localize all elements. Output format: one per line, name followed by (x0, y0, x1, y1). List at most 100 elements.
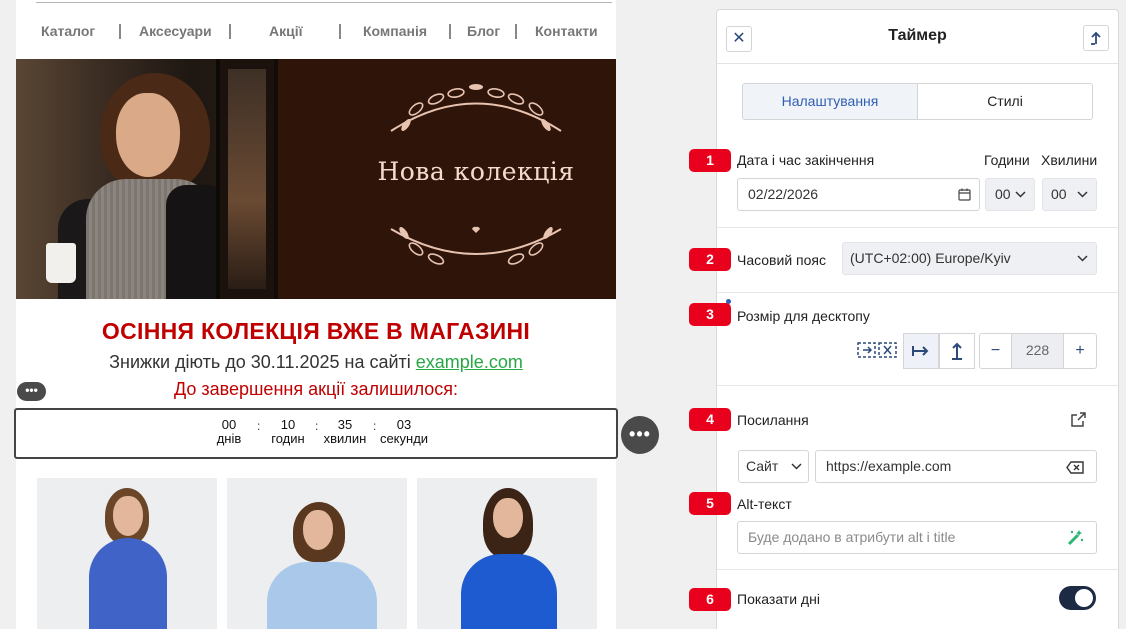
size-decrease-button[interactable]: − (979, 333, 1012, 369)
hours-select[interactable]: 00 (985, 178, 1035, 211)
step-badge-6: 6 (689, 588, 731, 611)
desktop-size-label: Розмір для десктопу (737, 308, 870, 324)
link-type-value: Сайт (746, 458, 779, 474)
block-drag-handle[interactable]: ••• (17, 382, 46, 401)
hours-select-value: 00 (995, 186, 1011, 202)
section-divider (717, 385, 1118, 386)
nav-top-divider (36, 2, 612, 3)
timezone-value: (UTC+02:00) Europe/Kyiv (850, 250, 1011, 266)
hero-banner[interactable]: Нова колекція (16, 59, 616, 299)
product-card[interactable] (417, 478, 597, 629)
step-badge-3: 3 (689, 303, 731, 326)
clear-input-icon[interactable] (1066, 461, 1084, 474)
step-badge-4: 4 (689, 408, 731, 431)
nav-item-catalog[interactable]: Каталог (41, 20, 95, 42)
timer-seconds-value: 03 (396, 417, 412, 432)
face-shape (113, 496, 143, 536)
timer-separator: : (315, 419, 319, 433)
nav-separator (119, 24, 121, 39)
timer-minutes-value: 35 (337, 417, 353, 432)
timer-minutes-label: хвилин (323, 431, 367, 446)
coat-shape (89, 538, 167, 629)
nav-item-promotions[interactable]: Акції (269, 20, 303, 42)
end-date-input[interactable]: 02/22/2026 (737, 178, 980, 211)
minutes-select-value: 00 (1051, 186, 1067, 202)
promo-site-link[interactable]: example.com (416, 352, 523, 372)
banner-title: Нова колекція (377, 157, 575, 186)
wreath-bottom-icon (390, 226, 562, 265)
link-label: Посилання (737, 412, 809, 428)
timer-settings-panel: ✕ Таймер Налаштування Стилі 1 Дата і час… (689, 9, 1119, 629)
timer-days-value: 00 (221, 417, 237, 432)
nav-separator (515, 24, 517, 39)
timer-minutes: 35 хвилин (320, 418, 370, 446)
section-divider (717, 292, 1118, 293)
sweater-shape (267, 562, 377, 629)
link-type-select[interactable]: Сайт (738, 450, 809, 483)
fit-size-icon[interactable] (857, 341, 897, 364)
timer-seconds: 03 секунди (376, 418, 432, 446)
section-divider (717, 569, 1118, 570)
show-days-toggle[interactable] (1059, 586, 1096, 610)
timer-hours-label: годин (271, 431, 305, 446)
door-shape (216, 59, 278, 299)
coat-shape (461, 554, 557, 629)
product-card[interactable] (37, 478, 217, 629)
nav-separator (449, 24, 451, 39)
block-more-button[interactable]: ••• (621, 416, 659, 454)
product-card[interactable] (227, 478, 407, 629)
face-shape (116, 93, 180, 177)
promo-subline: Знижки діють до 30.11.2025 на сайті exam… (16, 352, 616, 373)
nav-separator (339, 24, 341, 39)
nav-separator (229, 24, 231, 39)
size-value-input[interactable]: 228 (1011, 333, 1064, 369)
timer-separator: : (257, 419, 261, 433)
end-date-label: Дата і час закінчення (737, 152, 875, 168)
timer-hours-value: 10 (280, 417, 296, 432)
size-increase-button[interactable]: + (1063, 333, 1097, 369)
panel-title: Таймер (888, 27, 947, 44)
nav-item-company[interactable]: Компанія (363, 20, 427, 42)
cup-shape (46, 243, 76, 283)
minutes-label: Хвилини (1041, 152, 1098, 168)
minutes-select[interactable]: 00 (1042, 178, 1097, 211)
magic-wand-icon[interactable] (1066, 529, 1084, 547)
email-nav: Каталог Аксесуари Акції Компанія Блог Ко… (16, 20, 616, 44)
chevron-down-icon (1077, 191, 1088, 198)
step-badge-5: 5 (689, 492, 731, 515)
tab-styles[interactable]: Стилі (918, 84, 1092, 119)
calendar-icon[interactable] (958, 188, 971, 201)
face-shape (493, 498, 523, 538)
nav-item-blog[interactable]: Блог (467, 20, 500, 42)
nav-item-contacts[interactable]: Контакти (535, 20, 598, 42)
section-divider (717, 227, 1118, 228)
link-url-value: https://example.com (826, 458, 952, 474)
step-badge-2: 2 (689, 248, 731, 271)
email-canvas: Каталог Аксесуари Акції Компанія Блог Ко… (0, 0, 659, 629)
height-mode-button[interactable] (939, 333, 975, 369)
show-days-label: Показати дні (737, 591, 820, 607)
timezone-select[interactable]: (UTC+02:00) Europe/Kyiv (842, 242, 1097, 275)
alt-text-label: Alt-текст (737, 496, 792, 512)
open-link-icon[interactable] (1070, 411, 1087, 433)
link-url-input[interactable]: https://example.com (815, 450, 1097, 483)
email-body: Каталог Аксесуари Акції Компанія Блог Ко… (16, 0, 616, 629)
chevron-down-icon (1077, 255, 1088, 262)
promo-subline-text: Знижки діють до 30.11.2025 на сайті (109, 352, 416, 372)
alt-text-placeholder: Буде додано в атрибути alt і title (748, 529, 956, 545)
width-mode-button[interactable] (903, 333, 939, 369)
step-badge-1: 1 (689, 149, 731, 172)
hours-label: Години (984, 152, 1030, 168)
timer-days-label: днів (216, 431, 242, 446)
toggle-knob (1075, 589, 1093, 607)
alt-text-input[interactable]: Буде додано в атрибути alt і title (737, 521, 1097, 554)
tab-settings[interactable]: Налаштування (743, 84, 918, 119)
move-to-parent-icon[interactable] (1083, 25, 1109, 51)
timer-hours: 10 годин (266, 418, 310, 446)
nav-item-accessories[interactable]: Аксесуари (139, 20, 212, 42)
countdown-timer-block[interactable]: 00 днів : 10 годин : 35 хвилин : 03 секу… (14, 408, 618, 459)
timer-days: 00 днів (212, 418, 246, 446)
wreath-top-icon (390, 84, 562, 132)
door-glass (228, 69, 266, 289)
chevron-down-icon (1015, 191, 1026, 198)
